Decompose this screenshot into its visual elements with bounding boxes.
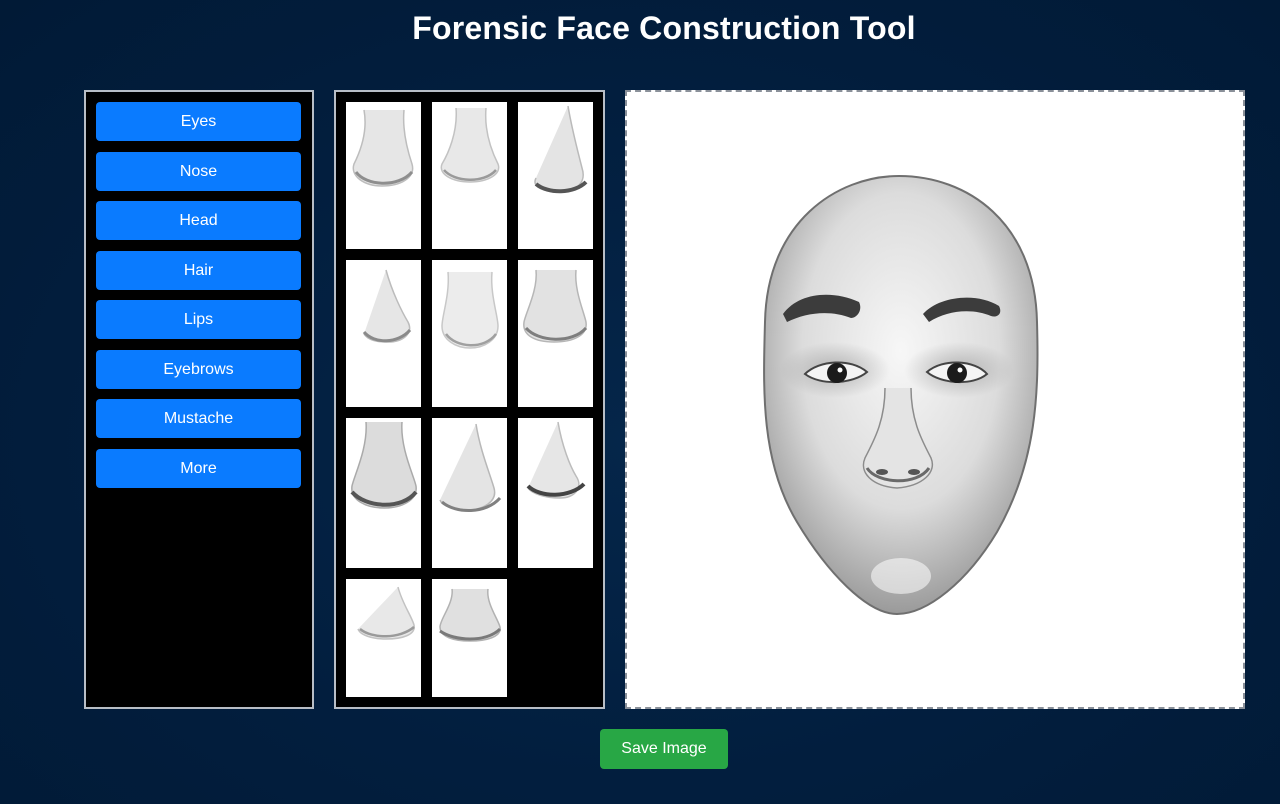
nose-sketch-icon (350, 421, 418, 509)
nose-sketch-icon (440, 107, 500, 183)
app-page: Forensic Face Construction Tool Eyes Nos… (0, 0, 1280, 804)
nose-option-10[interactable] (346, 579, 421, 697)
nose-option-2[interactable] (432, 102, 507, 249)
nose-option-8[interactable] (432, 418, 507, 568)
nose-option-1[interactable] (346, 102, 421, 249)
nose-option-4[interactable] (346, 260, 421, 407)
nose-option-6[interactable] (518, 260, 593, 407)
category-button-nose[interactable]: Nose (96, 152, 301, 191)
nose-sketch-icon (357, 586, 415, 640)
category-panel: Eyes Nose Head Hair Lips Eyebrows Mustac… (84, 90, 314, 709)
save-image-button[interactable]: Save Image (600, 729, 728, 769)
nose-option-7[interactable] (346, 418, 421, 568)
nose-sketch-icon (352, 109, 414, 187)
nose-sketch-icon (526, 421, 586, 499)
category-button-mustache[interactable]: Mustache (96, 399, 301, 438)
page-title: Forensic Face Construction Tool (412, 10, 916, 46)
category-button-eyebrows[interactable]: Eyebrows (96, 350, 301, 389)
category-button-lips[interactable]: Lips (96, 300, 301, 339)
nose-sketch-icon (439, 588, 502, 642)
face-composite-image (763, 174, 1039, 616)
nose-sketch-icon (441, 271, 499, 349)
nose-option-3[interactable] (518, 102, 593, 249)
nose-option-11[interactable] (432, 579, 507, 697)
face-canvas[interactable] (625, 90, 1245, 709)
nose-option-9[interactable] (518, 418, 593, 568)
category-button-head[interactable]: Head (96, 201, 301, 240)
nose-sketch-icon (362, 269, 412, 343)
nose-option-5[interactable] (432, 260, 507, 407)
category-button-eyes[interactable]: Eyes (96, 102, 301, 141)
feature-options-panel (334, 90, 605, 709)
nose-sketch-icon (534, 105, 588, 194)
nose-sketch-icon (439, 423, 502, 513)
category-button-hair[interactable]: Hair (96, 251, 301, 290)
nose-sketch-icon (523, 269, 588, 343)
category-button-more[interactable]: More (96, 449, 301, 488)
